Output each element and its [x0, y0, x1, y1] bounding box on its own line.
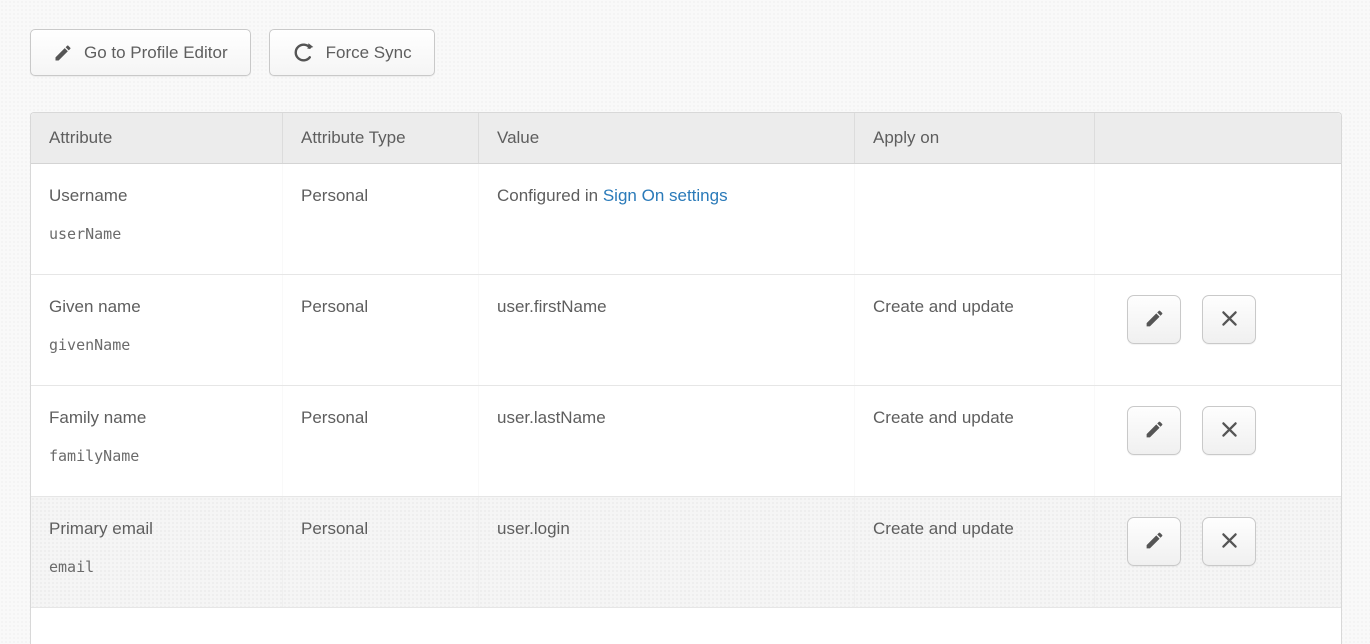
value-cell: user.lastName: [479, 386, 855, 496]
force-sync-button[interactable]: Force Sync: [269, 29, 435, 76]
attribute-type-cell: Personal: [283, 386, 479, 496]
attribute-type-value: Personal: [301, 517, 478, 541]
attribute-mapping-table: Attribute Attribute Type Value Apply on …: [30, 112, 1342, 644]
pencil-icon: [1144, 530, 1165, 554]
value-cell: user.firstName: [479, 275, 855, 385]
column-header-value: Value: [479, 113, 855, 163]
attribute-label: Primary email: [49, 517, 282, 541]
value-expression: user.lastName: [497, 406, 854, 430]
attribute-cell: Given name givenName: [31, 275, 283, 385]
attribute-variable: familyName: [49, 447, 282, 465]
value-expression: user.firstName: [497, 295, 854, 319]
value-expression: user.login: [497, 517, 854, 541]
attribute-type-cell: Personal: [283, 275, 479, 385]
attribute-cell: Username userName: [31, 164, 283, 274]
edit-attribute-button[interactable]: [1127, 295, 1181, 344]
apply-on-value: Create and update: [873, 406, 1094, 430]
go-to-profile-editor-button[interactable]: Go to Profile Editor: [30, 29, 251, 76]
attribute-variable: givenName: [49, 336, 282, 354]
table-row-username: Username userName Personal Configured in…: [31, 164, 1341, 275]
sign-on-settings-link[interactable]: Sign On settings: [603, 186, 728, 205]
apply-on-value: Create and update: [873, 517, 1094, 541]
pencil-icon: [1144, 308, 1165, 332]
toolbar: Go to Profile Editor Force Sync: [30, 29, 1342, 76]
pencil-icon: [1144, 419, 1165, 443]
value-cell: user.login: [479, 497, 855, 607]
pencil-icon: [53, 43, 73, 63]
attribute-mappings-page: Go to Profile Editor Force Sync Attribut…: [0, 0, 1370, 644]
close-icon: [1219, 530, 1240, 554]
column-header-attribute-type: Attribute Type: [283, 113, 479, 163]
value-cell: Configured in Sign On settings: [479, 164, 855, 274]
actions-cell: [1095, 164, 1341, 274]
apply-on-value: Create and update: [873, 295, 1094, 319]
column-header-actions: [1095, 113, 1341, 163]
attribute-cell: Family name familyName: [31, 386, 283, 496]
actions-cell: [1095, 386, 1341, 496]
edit-attribute-button[interactable]: [1127, 406, 1181, 455]
actions-cell: [1095, 497, 1341, 607]
close-icon: [1219, 419, 1240, 443]
attribute-label: Family name: [49, 406, 282, 430]
remove-attribute-button[interactable]: [1202, 406, 1256, 455]
go-to-profile-editor-label: Go to Profile Editor: [84, 43, 228, 63]
close-icon: [1219, 308, 1240, 332]
attribute-variable: userName: [49, 225, 282, 243]
remove-attribute-button[interactable]: [1202, 517, 1256, 566]
attribute-type-cell: Personal: [283, 164, 479, 274]
apply-on-cell: [855, 164, 1095, 274]
column-header-apply-on: Apply on: [855, 113, 1095, 163]
attribute-type-value: Personal: [301, 184, 478, 208]
apply-on-cell: Create and update: [855, 497, 1095, 607]
attribute-type-cell: Personal: [283, 497, 479, 607]
actions-cell: [1095, 275, 1341, 385]
refresh-icon: [292, 41, 315, 64]
attribute-label: Username: [49, 184, 282, 208]
edit-attribute-button[interactable]: [1127, 517, 1181, 566]
attribute-variable: email: [49, 558, 282, 576]
attribute-type-value: Personal: [301, 295, 478, 319]
force-sync-label: Force Sync: [326, 43, 412, 63]
value-prefix-text: Configured in: [497, 186, 603, 205]
attribute-label: Given name: [49, 295, 282, 319]
apply-on-cell: Create and update: [855, 386, 1095, 496]
apply-on-cell: Create and update: [855, 275, 1095, 385]
attribute-cell: Primary email email: [31, 497, 283, 607]
column-header-attribute: Attribute: [31, 113, 283, 163]
attribute-type-value: Personal: [301, 406, 478, 430]
table-row-primary-email: Primary email email Personal user.login …: [31, 497, 1341, 608]
table-row-given-name: Given name givenName Personal user.first…: [31, 275, 1341, 386]
table-row-family-name: Family name familyName Personal user.las…: [31, 386, 1341, 497]
table-header-row: Attribute Attribute Type Value Apply on: [31, 113, 1341, 164]
table-row-partial: [31, 608, 1341, 644]
remove-attribute-button[interactable]: [1202, 295, 1256, 344]
